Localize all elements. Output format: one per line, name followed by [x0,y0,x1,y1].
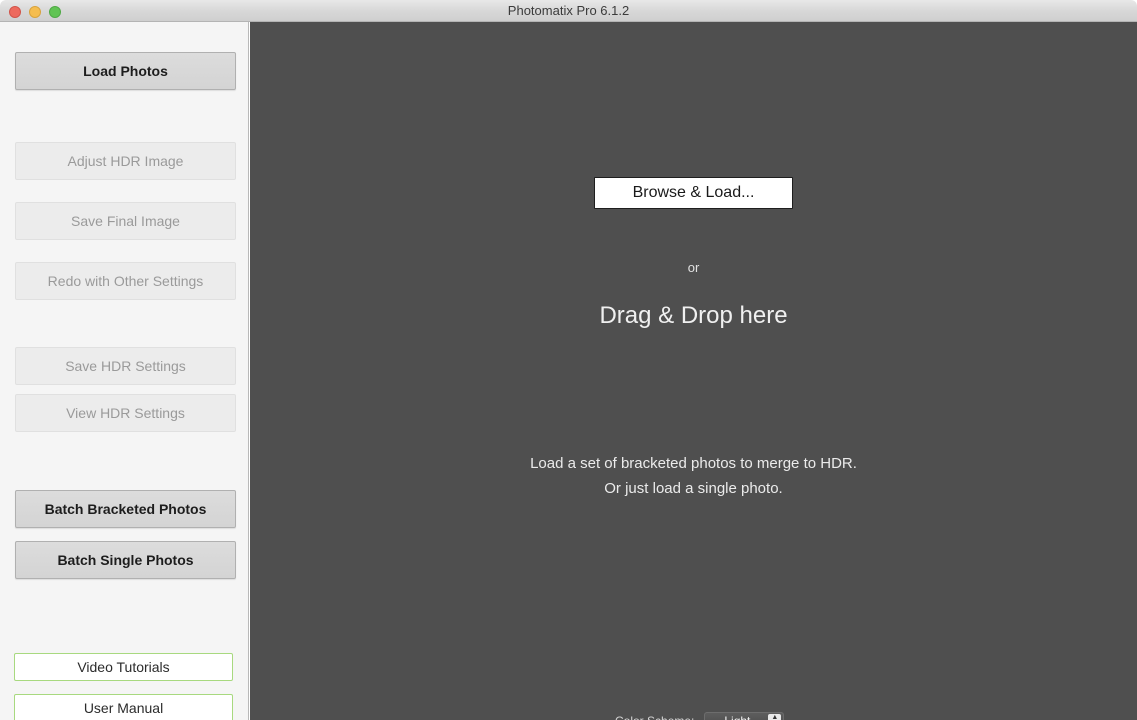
chevron-up-down-icon[interactable]: ▲ ▼ [768,714,781,720]
video-tutorials-link-button[interactable]: Video Tutorials [14,653,233,681]
color-scheme-select[interactable]: Light ▲ ▼ [704,712,784,720]
app-window: Photomatix Pro 6.1.2 Load Photos Adjust … [0,0,1137,720]
sidebar: Load Photos Adjust HDR Image Save Final … [0,22,249,720]
hint-line-1: Load a set of bracketed photos to merge … [250,452,1137,476]
browse-and-load-button[interactable]: Browse & Load... [594,177,793,209]
color-scheme-label: Color Scheme: [615,714,694,720]
main-drop-panel[interactable]: Browse & Load... or Drag & Drop here Loa… [250,22,1137,720]
user-manual-link-button[interactable]: User Manual [14,694,233,720]
hint-line-2: Or just load a single photo. [250,477,1137,501]
hint-text-block: Load a set of bracketed photos to merge … [250,452,1137,501]
batch-bracketed-photos-button[interactable]: Batch Bracketed Photos [15,490,236,528]
drag-and-drop-label: Drag & Drop here [250,302,1137,330]
or-separator-label: or [250,260,1137,275]
redo-with-other-settings-button[interactable]: Redo with Other Settings [15,262,236,300]
save-final-image-button[interactable]: Save Final Image [15,202,236,240]
view-hdr-settings-button[interactable]: View HDR Settings [15,394,236,432]
load-photos-button[interactable]: Load Photos [15,52,236,90]
color-scheme-row: Color Scheme: Light ▲ ▼ [615,712,784,720]
save-hdr-settings-button[interactable]: Save HDR Settings [15,347,236,385]
batch-single-photos-button[interactable]: Batch Single Photos [15,541,236,579]
adjust-hdr-image-button[interactable]: Adjust HDR Image [15,142,236,180]
window-titlebar: Photomatix Pro 6.1.2 [0,0,1137,22]
window-title: Photomatix Pro 6.1.2 [0,0,1137,22]
